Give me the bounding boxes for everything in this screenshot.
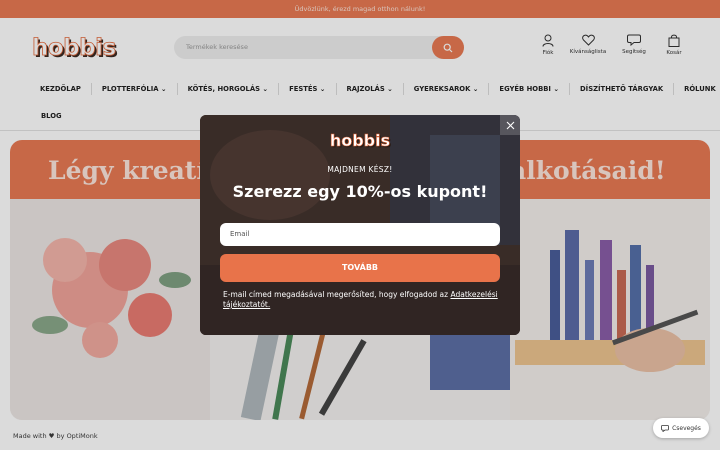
chat-label: Csevegés xyxy=(672,424,701,432)
consent-text: E-mail címed megadásával megerősíted, ho… xyxy=(223,290,449,299)
popup-logo: hobbis xyxy=(329,131,391,151)
continue-button[interactable]: TOVÁBB xyxy=(220,254,500,282)
coupon-popup: hobbis MAJDNEM KÉSZ! Szerezz egy 10%-os … xyxy=(200,115,520,335)
email-field[interactable]: Email xyxy=(220,223,500,246)
chat-icon xyxy=(661,424,669,432)
optimonk-badge[interactable]: Made with ♥ by OptiMonk xyxy=(13,432,98,440)
popup-headline: Szerezz egy 10%-os kupont! xyxy=(232,182,488,201)
popup-subtitle: MAJDNEM KÉSZ! xyxy=(327,165,393,174)
chat-launcher[interactable]: Csevegés xyxy=(653,418,709,438)
close-icon xyxy=(506,121,514,129)
popup-consent-note: E-mail címed megadásával megerősíted, ho… xyxy=(223,290,503,310)
